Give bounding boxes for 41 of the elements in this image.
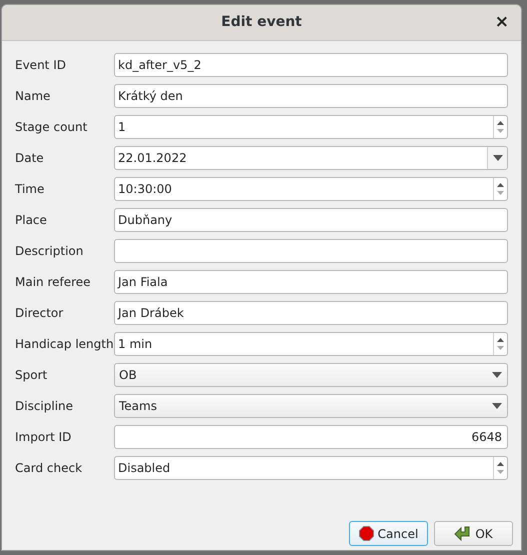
field-label: Import ID	[15, 429, 72, 446]
stop-sign-icon	[358, 526, 374, 541]
ok-button[interactable]: OK	[434, 521, 513, 546]
field-label: Handicap length	[15, 336, 114, 353]
window-title: Edit event	[221, 13, 302, 32]
spin-box[interactable]: 10:30:00	[114, 177, 508, 201]
dropdown[interactable]: Teams	[114, 394, 508, 418]
field-label: Description	[15, 243, 84, 260]
dropdown-arrow-icon[interactable]	[492, 155, 502, 161]
spin-arrows-icon[interactable]	[496, 181, 505, 197]
input-field[interactable]: Krátký den	[114, 84, 508, 108]
close-button[interactable]: ×	[490, 12, 513, 33]
field-label: Director	[15, 305, 64, 322]
dropdown-arrow-icon[interactable]	[492, 403, 502, 409]
field-label: Event ID	[15, 57, 67, 74]
spin-arrows-icon[interactable]	[496, 336, 505, 352]
spin-arrows-icon[interactable]	[496, 460, 505, 476]
dropdown[interactable]: OB	[114, 363, 508, 387]
spin-box[interactable]: 1	[114, 115, 508, 139]
input-field[interactable]: Dubňany	[114, 208, 508, 232]
cancel-button[interactable]: Cancel	[349, 521, 428, 546]
return-arrow-icon	[454, 526, 472, 541]
field-label: Discipline	[15, 398, 74, 415]
field-label: Stage count	[15, 119, 88, 136]
input-field[interactable]: 6648	[114, 425, 508, 449]
field-label: Place	[15, 212, 48, 229]
spin-box[interactable]: Disabled	[114, 456, 508, 480]
field-label: Name	[15, 88, 52, 105]
input-field[interactable]	[114, 239, 508, 263]
field-label: Sport	[15, 367, 48, 384]
field-label: Main referee	[15, 274, 92, 291]
field-label: Date	[15, 150, 45, 167]
spin-box[interactable]: 1 min	[114, 332, 508, 356]
spin-arrows-icon[interactable]	[496, 119, 505, 135]
field-label: Time	[15, 181, 46, 198]
field-label: Card check	[15, 460, 84, 477]
date-field[interactable]: 22.01.2022	[114, 146, 508, 170]
input-field[interactable]: Jan Fiala	[114, 270, 508, 294]
input-field[interactable]: kd_after_v5_2	[114, 53, 508, 77]
input-field[interactable]: Jan Drábek	[114, 301, 508, 325]
dropdown-arrow-icon[interactable]	[492, 372, 502, 378]
